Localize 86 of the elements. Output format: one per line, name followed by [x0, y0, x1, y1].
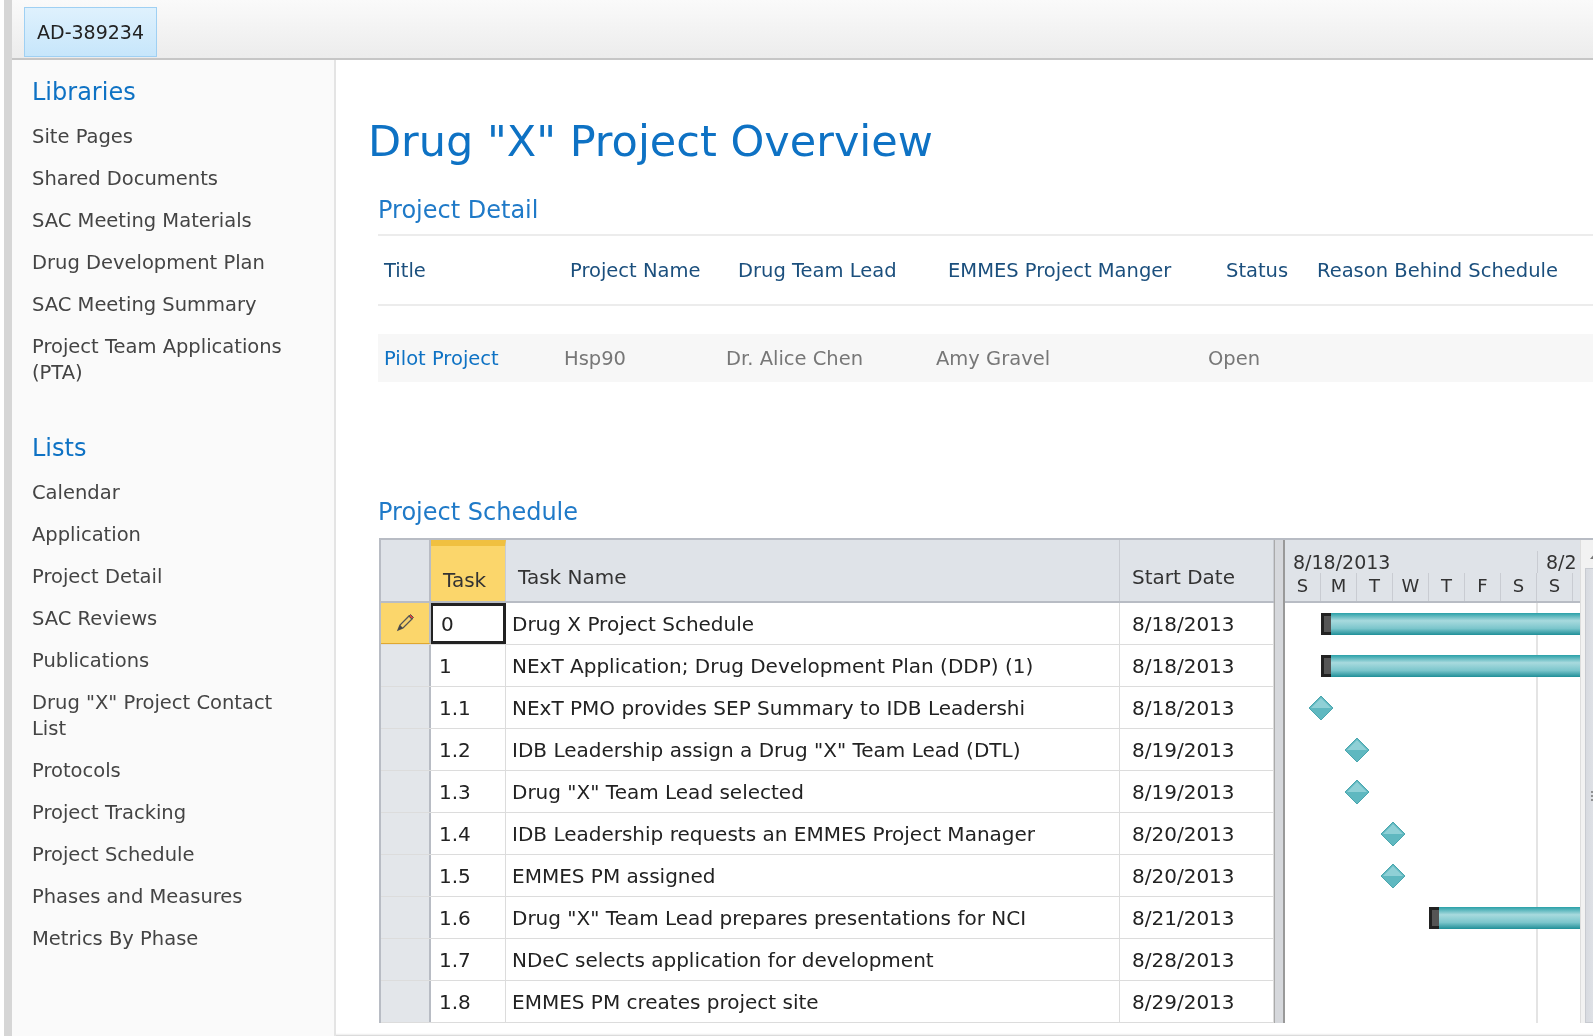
table-cell: Drug X Project Schedule [506, 603, 1120, 644]
nav-item[interactable]: Project Schedule [32, 842, 302, 868]
table-cell: Drug "X" Team Lead prepares presentations for NCI [506, 897, 1120, 938]
table-cell: Hsp90 [564, 346, 626, 370]
nav-heading[interactable]: Lists [32, 434, 87, 462]
column-header[interactable]: Drug Team Lead [732, 258, 942, 282]
milestone-icon [1380, 863, 1406, 889]
table-cell: NExT Application; Drug Development Plan (DDP) (1) [506, 645, 1120, 686]
title-link[interactable]: Pilot Project [384, 346, 499, 370]
table-cell: 1.6 [431, 897, 506, 938]
milestone-icon [1308, 695, 1334, 721]
nav-item[interactable]: Protocols [32, 758, 302, 784]
nav-item[interactable]: Publications [32, 648, 302, 674]
gantt-bar[interactable] [1321, 613, 1580, 635]
table-cell: Amy Gravel [936, 346, 1051, 370]
table-cell: IDB Leadership requests an EMMES Project Manager [506, 813, 1120, 854]
table-cell: 1 [431, 645, 506, 686]
row-selector[interactable] [381, 603, 431, 644]
column-header[interactable]: Task [431, 540, 506, 601]
table-cell: 1.2 [431, 729, 506, 770]
day-label: S [1501, 573, 1537, 601]
table-cell: Open [1208, 346, 1261, 370]
milestone-icon [1380, 821, 1406, 847]
milestone-icon [1344, 779, 1370, 805]
column-header[interactable]: Task Name [506, 540, 1120, 601]
nav-item[interactable]: Site Pages [32, 124, 302, 150]
row-selector[interactable] [381, 771, 431, 812]
day-label: T [1429, 573, 1465, 601]
gantt-bar[interactable] [1429, 907, 1580, 929]
row-selector[interactable] [381, 687, 431, 728]
table-cell: 1.7 [431, 939, 506, 980]
table-cell: 1.1 [431, 687, 506, 728]
nav-item[interactable]: Project Team Applications (PTA) [32, 334, 302, 386]
row-selector[interactable] [381, 813, 431, 854]
row-selector[interactable] [381, 939, 431, 980]
column-header[interactable]: Title [378, 258, 564, 282]
row-selector[interactable] [381, 897, 431, 938]
table-cell: IDB Leadership assign a Drug "X" Team Lead (DTL) [506, 729, 1120, 770]
column-header[interactable]: Project Name [564, 258, 732, 282]
nav-item[interactable]: Drug Development Plan [32, 250, 302, 276]
column-header[interactable]: EMMES Project Manger [942, 258, 1220, 282]
row-selector[interactable] [381, 729, 431, 770]
day-label: T [1357, 573, 1393, 601]
gantt-bar[interactable] [1321, 655, 1580, 677]
page-title: Drug "X" Project Overview [368, 115, 934, 168]
table-cell: 1.3 [431, 771, 506, 812]
table-cell: Dr. Alice Chen [726, 346, 864, 370]
table-cell: NExT PMO provides SEP Summary to IDB Leadershi [506, 687, 1120, 728]
day-label: S [1537, 573, 1573, 601]
day-label: F [1465, 573, 1501, 601]
section-heading: Project Detail [378, 195, 540, 226]
table-cell: EMMES PM creates project site [506, 981, 1120, 1022]
row-selector[interactable] [381, 855, 431, 896]
table-cell: 1.4 [431, 813, 506, 854]
column-header[interactable]: Reason Behind Schedule [1311, 258, 1593, 282]
table-cell: EMMES PM assigned [506, 855, 1120, 896]
nav-item[interactable]: Project Detail [32, 564, 302, 590]
table-cell: 1.8 [431, 981, 506, 1022]
section-heading: Project Schedule [378, 497, 580, 528]
day-label: W [1393, 573, 1429, 601]
pencil-icon [394, 612, 416, 634]
milestone-icon [1344, 737, 1370, 763]
nav-item[interactable]: Project Tracking [32, 800, 302, 826]
tab[interactable]: AD-389234 [24, 7, 157, 57]
row-selector[interactable] [381, 981, 431, 1022]
nav-item[interactable]: SAC Reviews [32, 606, 302, 632]
nav-item[interactable]: Calendar [32, 480, 302, 506]
nav-item[interactable]: Metrics By Phase [32, 926, 302, 952]
nav-item[interactable]: SAC Meeting Summary [32, 292, 302, 318]
column-header[interactable]: Status [1220, 258, 1311, 282]
table-cell: 1.5 [431, 855, 506, 896]
nav-heading[interactable]: Libraries [32, 78, 136, 106]
table-cell: NDeC selects application for development [506, 939, 1120, 980]
day-label: M [1321, 573, 1357, 601]
table-cell: Drug "X" Team Lead selected [506, 771, 1120, 812]
nav-item[interactable]: Application [32, 522, 302, 548]
week-label: 8/2 [1545, 551, 1577, 573]
nav-item[interactable]: SAC Meeting Materials [32, 208, 302, 234]
day-label: S [1285, 573, 1321, 601]
week-label: 8/18/2013 [1285, 551, 1538, 573]
row-selector[interactable] [381, 645, 431, 686]
table-cell: 0 [431, 603, 506, 644]
nav-item[interactable]: Drug "X" Project Contact List [32, 690, 302, 742]
splitter[interactable] [1274, 540, 1285, 1023]
nav-item[interactable]: Phases and Measures [32, 884, 302, 910]
nav-item[interactable]: Shared Documents [32, 166, 302, 192]
